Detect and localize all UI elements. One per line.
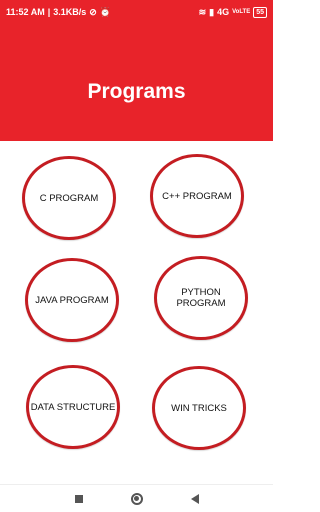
home-dot	[134, 496, 139, 501]
program-grid: C PROGRAM C++ PROGRAM JAVA PROGRAM PYTHO…	[0, 141, 273, 483]
mute-icon: ⊘	[89, 6, 97, 17]
status-bar: 11:52 AM | 3.1KB/s ⊘ ⏰ ≋ ▮ 4G VoLTE 55	[0, 0, 273, 24]
win-tricks-button[interactable]: WIN TRICKS	[152, 366, 246, 450]
app-bar: Programs	[0, 24, 273, 141]
status-right: ≋ ▮ 4G VoLTE 55	[198, 6, 267, 18]
network-type: 4G	[217, 7, 230, 17]
status-speed: 3.1KB/s	[53, 7, 87, 17]
alarm-icon: ⏰	[99, 6, 112, 17]
status-left: 11:52 AM | 3.1KB/s ⊘ ⏰	[6, 7, 111, 17]
home-icon[interactable]	[130, 492, 143, 505]
data-structure-button[interactable]: DATA STRUCTURE	[26, 365, 120, 449]
wifi-icon: ≋	[198, 6, 207, 17]
python-program-button[interactable]: PYTHON PROGRAM	[154, 256, 248, 340]
page-title: Programs	[87, 79, 186, 103]
status-time: 11:52 AM	[6, 7, 45, 17]
network-sub: VoLTE	[232, 9, 251, 15]
status-divider: |	[47, 7, 51, 17]
back-icon[interactable]	[190, 493, 199, 504]
navigation-bar	[0, 484, 273, 512]
battery-icon: 55	[253, 6, 267, 18]
c-program-button[interactable]: C PROGRAM	[22, 156, 116, 240]
java-program-button[interactable]: JAVA PROGRAM	[25, 258, 119, 342]
recents-icon[interactable]	[74, 494, 83, 503]
signal-icon: ▮	[209, 6, 215, 17]
cpp-program-button[interactable]: C++ PROGRAM	[150, 154, 244, 238]
